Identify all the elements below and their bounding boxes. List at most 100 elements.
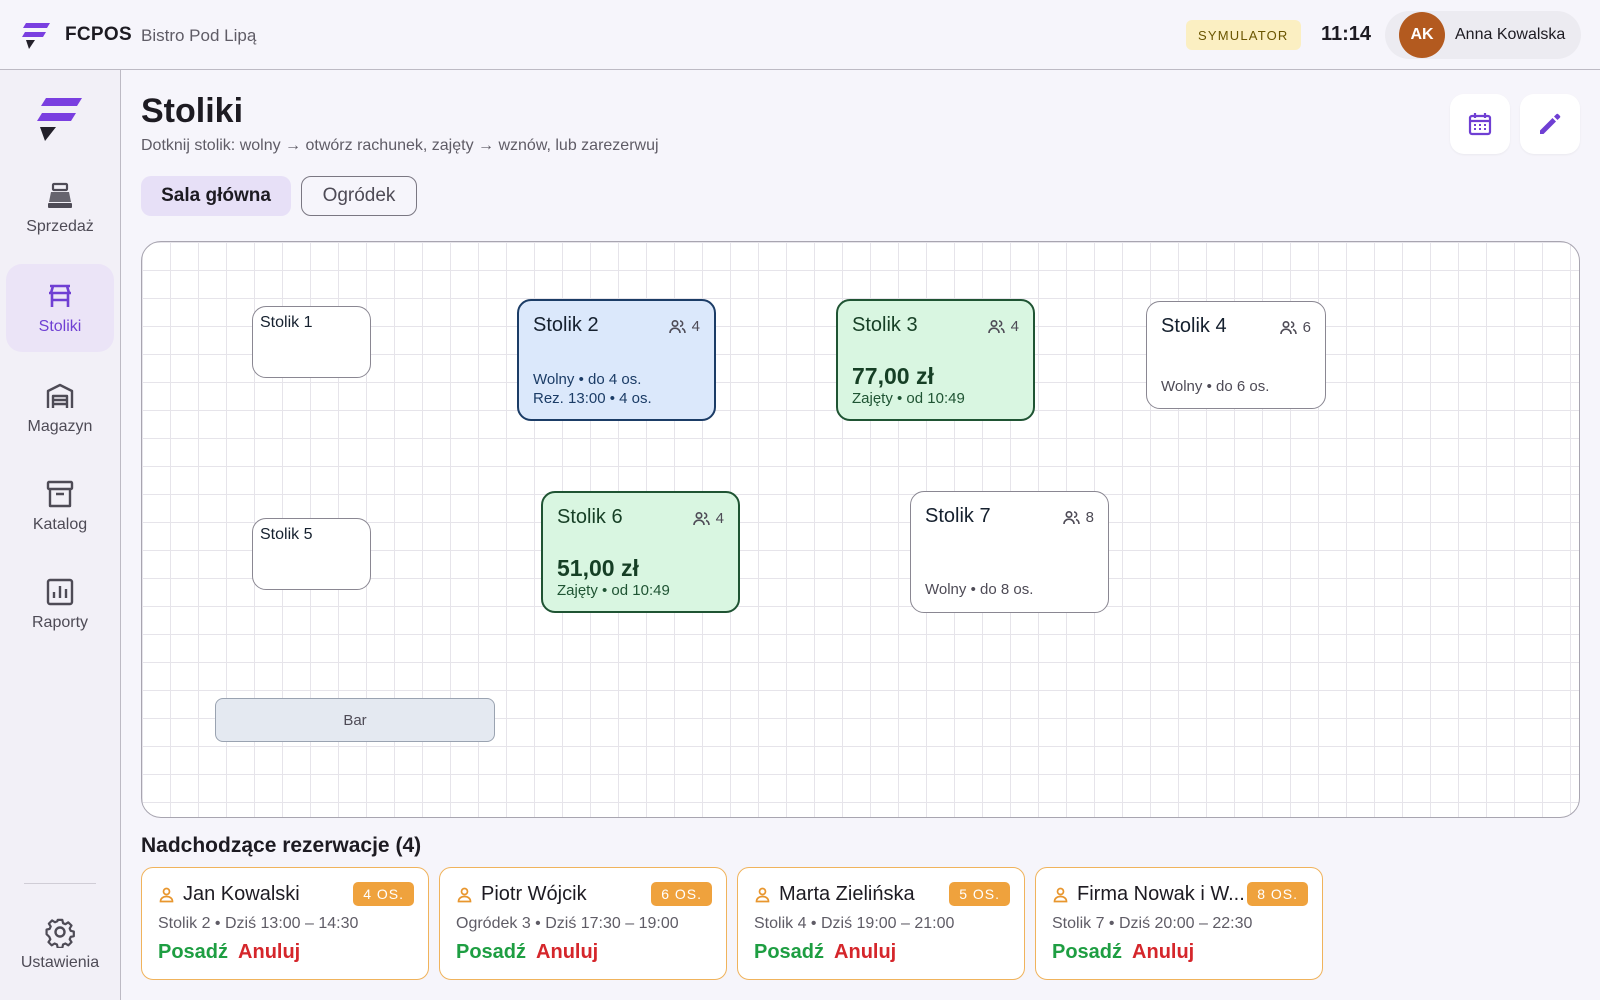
people-icon [1062, 510, 1080, 525]
venue-name: Bistro Pod Lipą [141, 26, 257, 45]
table-6[interactable]: Stolik 6 4 51,00 zł Zajęty • od 10:49 [541, 491, 740, 613]
page-subtitle: Dotknij stolik: wolny → otwórz rachunek,… [141, 137, 659, 154]
fcpos-logo-icon [22, 23, 50, 49]
gear-icon [45, 918, 75, 948]
sidebar-divider [24, 883, 96, 884]
reservation-name: Piotr Wójcik [481, 883, 587, 905]
table-capacity: 4 [692, 510, 724, 527]
table-name: Stolik 4 [1161, 315, 1227, 337]
bar-chart-icon [46, 578, 74, 606]
table-amount: 51,00 zł [557, 555, 639, 581]
cash-register-icon [48, 182, 72, 208]
sidebar-item-label: Raporty [31, 614, 89, 631]
reservation-name: Firma Nowak i W... [1077, 883, 1245, 905]
person-icon [755, 887, 770, 903]
table-5[interactable]: Stolik 5 [252, 518, 371, 590]
edit-layout-button[interactable] [1520, 94, 1580, 154]
table-status: Wolny • do 6 os. [1161, 378, 1270, 395]
sidebar-item-label: Magazyn [27, 418, 93, 435]
table-name: Stolik 7 [925, 505, 991, 527]
sidebar-item-settings[interactable]: Ustawienia [6, 900, 114, 988]
people-icon [692, 511, 710, 526]
table-2[interactable]: Stolik 2 4 Wolny • do 4 os. Rez. 13:00 •… [517, 299, 716, 421]
avatar: AK [1399, 12, 1445, 58]
reservation-card[interactable]: Firma Nowak i W... 8 OS. Stolik 7 • Dziś… [1035, 867, 1323, 980]
table-capacity: 4 [668, 318, 700, 335]
guest-count-badge: 8 OS. [1247, 882, 1308, 906]
reservation-card[interactable]: Piotr Wójcik 6 OS. Ogródek 3 • Dziś 17:3… [439, 867, 727, 980]
room-tab-garden[interactable]: Ogródek [301, 176, 417, 216]
sidebar-item-label: Sprzedaż [26, 218, 94, 235]
sidebar-item-catalog[interactable]: Katalog [6, 462, 114, 550]
table-reservation: Rez. 13:00 • 4 os. [533, 390, 652, 407]
table-3[interactable]: Stolik 3 4 77,00 zł Zajęty • od 10:49 [836, 299, 1035, 421]
reservation-info: Stolik 7 • Dziś 20:00 – 22:30 [1052, 915, 1253, 932]
user-name: Anna Kowalska [1455, 26, 1566, 43]
calendar-button[interactable] [1450, 94, 1510, 154]
simulator-badge: SYMULATOR [1186, 20, 1301, 50]
table-4[interactable]: Stolik 4 6 Wolny • do 6 os. [1146, 301, 1326, 409]
table-1[interactable]: Stolik 1 [252, 306, 371, 378]
table-amount: 77,00 zł [852, 363, 934, 389]
sidebar-item-label: Katalog [32, 516, 88, 533]
table-status: Wolny • do 4 os. [533, 371, 642, 388]
person-icon [1053, 887, 1068, 903]
warehouse-icon [46, 383, 74, 408]
table-status: Zajęty • od 10:49 [852, 390, 965, 407]
fcpos-logo-icon [37, 98, 82, 141]
pencil-icon [1540, 113, 1561, 134]
table-name: Stolik 3 [852, 314, 918, 336]
page-title: Stoliki [141, 92, 244, 130]
table-name: Stolik 1 [260, 314, 313, 331]
table-name: Stolik 5 [260, 526, 313, 543]
table-status: Zajęty • od 10:49 [557, 582, 670, 599]
reservation-name: Marta Zielińska [779, 883, 915, 905]
people-icon [1279, 320, 1297, 335]
user-chip[interactable]: AK Anna Kowalska [1385, 11, 1581, 59]
people-icon [668, 319, 686, 334]
seat-button[interactable]: Posadź [158, 941, 228, 964]
person-icon [457, 887, 472, 903]
clock: 11:14 [1321, 23, 1372, 45]
top-bar: FCPOS Bistro Pod Lipą SYMULATOR 11:14 AK… [0, 0, 1600, 70]
cancel-reservation-button[interactable]: Anuluj [536, 941, 598, 964]
sidebar-item-label: Stoliki [38, 318, 82, 335]
sidebar-item-warehouse[interactable]: Magazyn [6, 364, 114, 452]
table-name: Stolik 2 [533, 314, 599, 336]
reservation-card[interactable]: Marta Zielińska 5 OS. Stolik 4 • Dziś 19… [737, 867, 1025, 980]
reservation-info: Stolik 4 • Dziś 19:00 – 21:00 [754, 915, 955, 932]
reservation-name: Jan Kowalski [183, 883, 300, 905]
sidebar-item-sales[interactable]: Sprzedaż [6, 164, 114, 252]
cancel-reservation-button[interactable]: Anuluj [1132, 941, 1194, 964]
reservation-info: Ogródek 3 • Dziś 17:30 – 19:00 [456, 915, 679, 932]
calendar-icon [1468, 113, 1492, 136]
brand-name: FCPOS [65, 24, 132, 45]
room-tab-main-hall[interactable]: Sala główna [141, 176, 291, 216]
cancel-reservation-button[interactable]: Anuluj [834, 941, 896, 964]
sidebar-item-reports[interactable]: Raporty [6, 560, 114, 648]
table-7[interactable]: Stolik 7 8 Wolny • do 8 os. [910, 491, 1109, 613]
people-icon [987, 319, 1005, 334]
table-status: Wolny • do 8 os. [925, 581, 1034, 598]
floor-plan: Stolik 1 Stolik 2 4 Wolny • do 4 os. Rez… [141, 241, 1580, 818]
bar-fixture: Bar [215, 698, 495, 742]
table-capacity: 4 [987, 318, 1019, 335]
sidebar-item-tables[interactable]: Stoliki [6, 264, 114, 352]
seat-button[interactable]: Posadź [754, 941, 824, 964]
cancel-reservation-button[interactable]: Anuluj [238, 941, 300, 964]
seat-button[interactable]: Posadź [456, 941, 526, 964]
guest-count-badge: 4 OS. [353, 882, 414, 906]
table-name: Stolik 6 [557, 506, 623, 528]
sidebar: Sprzedaż Stoliki Magazyn Katalog Raporty [0, 70, 121, 1000]
archive-box-icon [46, 480, 74, 508]
seat-button[interactable]: Posadź [1052, 941, 1122, 964]
table-icon [49, 284, 71, 307]
person-icon [159, 887, 174, 903]
sidebar-item-label: Ustawienia [20, 954, 100, 971]
reservations-title: Nadchodzące rezerwacje (4) [141, 834, 422, 857]
guest-count-badge: 5 OS. [949, 882, 1010, 906]
reservation-card[interactable]: Jan Kowalski 4 OS. Stolik 2 • Dziś 13:00… [141, 867, 429, 980]
guest-count-badge: 6 OS. [651, 882, 712, 906]
table-capacity: 8 [1062, 509, 1094, 526]
table-capacity: 6 [1279, 319, 1311, 336]
